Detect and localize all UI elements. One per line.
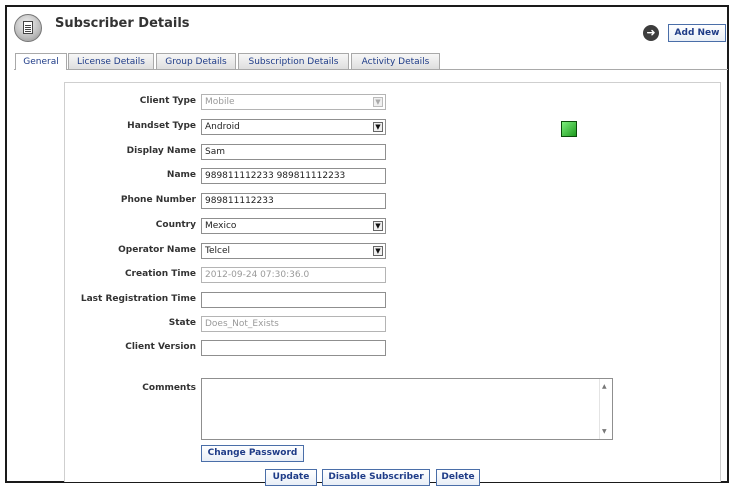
operator-name-value: Telcel — [205, 246, 230, 256]
last-registration-time-label: Last Registration Time — [80, 294, 196, 304]
comments-label: Comments — [142, 383, 196, 393]
state-field: Does_Not_Exists — [201, 316, 386, 332]
client-type-value: Mobile — [205, 97, 235, 107]
state-label: State — [168, 318, 196, 328]
add-new-button[interactable]: Add New — [668, 24, 726, 42]
disable-subscriber-button[interactable]: Disable Subscriber — [322, 469, 430, 486]
client-type-select[interactable]: Mobile ▼ — [201, 94, 386, 110]
circle-arrow-icon[interactable]: ➜ — [643, 25, 659, 41]
operator-name-label: Operator Name — [118, 245, 196, 255]
last-registration-time-field[interactable] — [201, 292, 386, 308]
scroll-down-icon[interactable]: ▼ — [602, 428, 607, 435]
display-name-label: Display Name — [126, 146, 196, 156]
handset-type-value: Android — [205, 122, 240, 132]
change-password-button[interactable]: Change Password — [201, 445, 304, 462]
comments-textarea[interactable]: ▲ ▼ — [201, 378, 613, 440]
tab-activity-details[interactable]: Activity Details — [351, 53, 440, 69]
display-name-field[interactable]: Sam — [201, 144, 386, 160]
scroll-up-icon[interactable]: ▲ — [602, 383, 607, 390]
country-value: Mexico — [205, 221, 237, 231]
country-label: Country — [155, 220, 196, 230]
tab-group-details[interactable]: Group Details — [156, 53, 236, 69]
chevron-down-icon: ▼ — [373, 221, 383, 231]
chevron-down-icon: ▼ — [373, 122, 383, 132]
phone-number-label: Phone Number — [120, 195, 196, 205]
creation-time-label: Creation Time — [124, 269, 196, 279]
phone-number-field[interactable]: 989811112233 — [201, 193, 386, 209]
handset-type-select[interactable]: Android ▼ — [201, 119, 386, 135]
country-select[interactable]: Mexico ▼ — [201, 218, 386, 234]
name-label: Name — [166, 170, 196, 180]
tab-divider — [14, 69, 728, 70]
update-button[interactable]: Update — [265, 469, 317, 486]
client-version-field[interactable] — [201, 340, 386, 356]
status-indicator — [561, 121, 577, 137]
client-type-label: Client Type — [139, 96, 196, 106]
client-version-label: Client Version — [125, 342, 196, 352]
delete-button[interactable]: Delete — [436, 469, 480, 486]
name-field[interactable]: 989811112233 989811112233 — [201, 168, 386, 184]
chevron-down-icon: ▼ — [373, 246, 383, 256]
handset-type-label: Handset Type — [127, 121, 196, 131]
page-title: Subscriber Details — [55, 16, 190, 31]
document-icon — [14, 14, 42, 42]
tab-general[interactable]: General — [15, 53, 67, 70]
tab-license-details[interactable]: License Details — [68, 53, 154, 69]
chevron-down-icon: ▼ — [373, 97, 383, 107]
creation-time-field: 2012-09-24 07:30:36.0 — [201, 267, 386, 283]
operator-name-select[interactable]: Telcel ▼ — [201, 243, 386, 259]
comments-scrollbar[interactable]: ▲ ▼ — [599, 379, 612, 439]
tab-subscription-details[interactable]: Subscription Details — [238, 53, 349, 69]
